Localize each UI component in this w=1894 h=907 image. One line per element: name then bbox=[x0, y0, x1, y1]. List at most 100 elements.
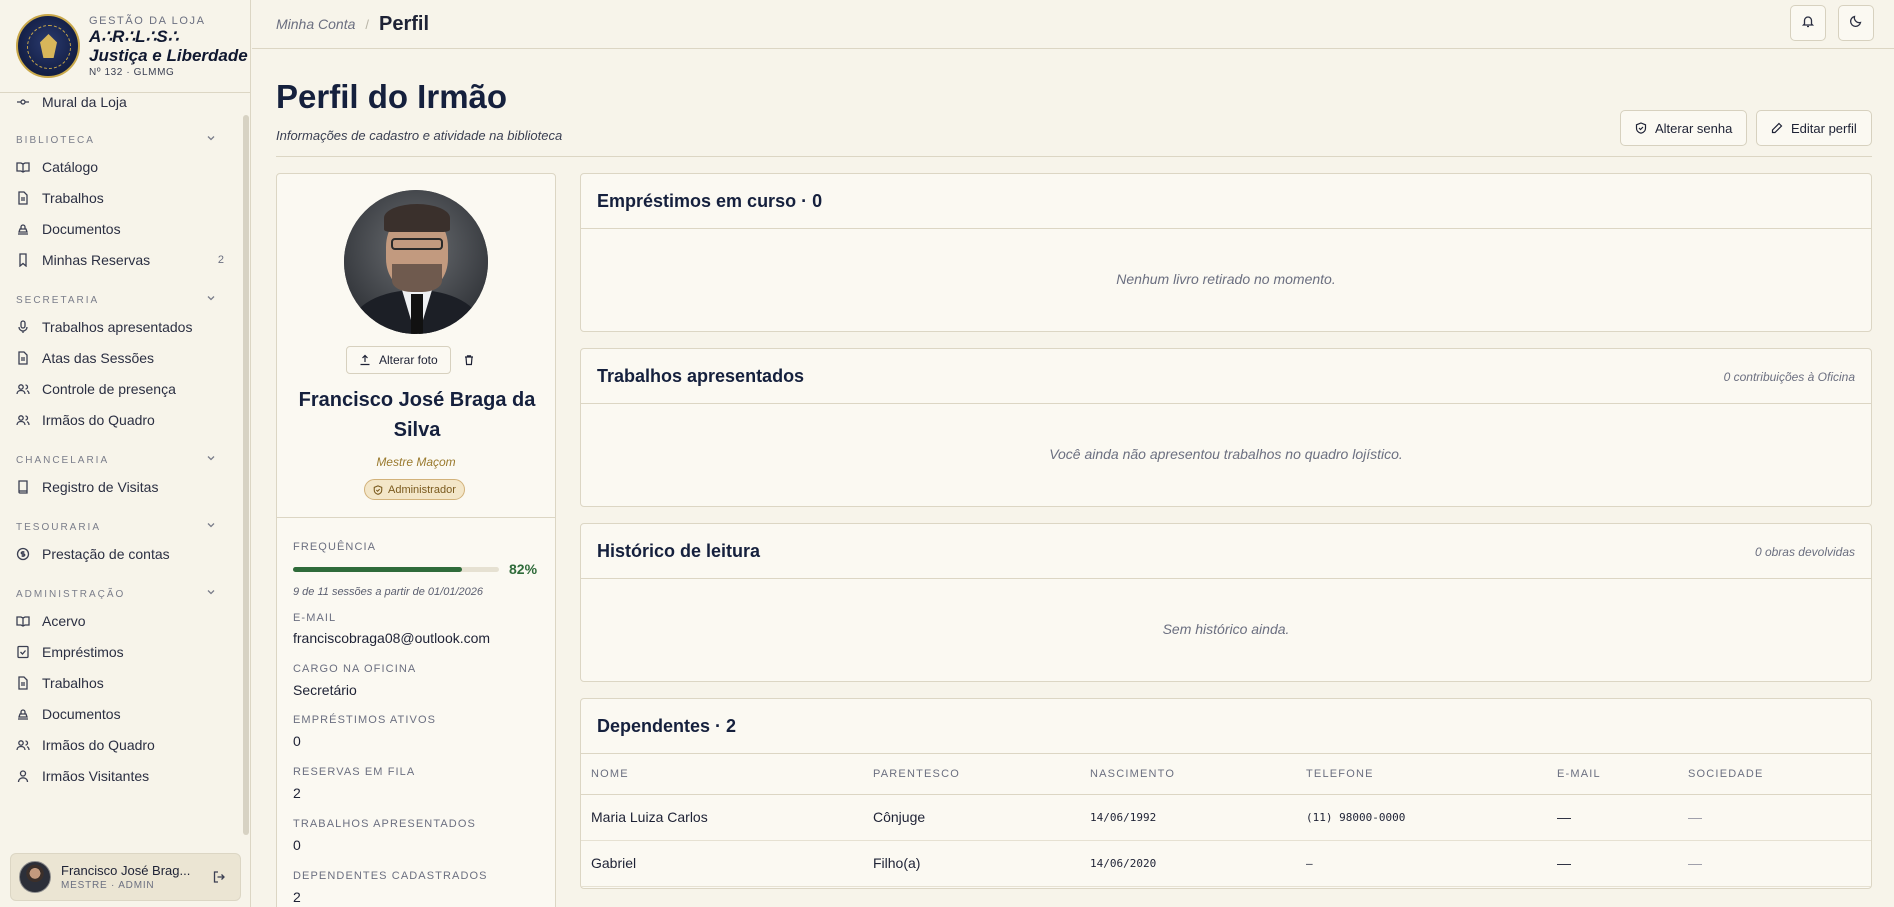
admin-badge-label: Administrador bbox=[388, 483, 456, 496]
user-icon bbox=[16, 769, 30, 783]
section-title: TESOURARIA bbox=[16, 521, 102, 533]
dependent-birthdate: 14/06/2020 bbox=[1080, 840, 1296, 887]
table-header-row: NOME PARENTESCO NASCIMENTO TELEFONE E-MA… bbox=[581, 754, 1871, 795]
email-value: franciscobraga08@outlook.com bbox=[293, 630, 491, 646]
document-check-icon bbox=[16, 645, 30, 659]
sidebar-item-admin-trabalhos[interactable]: Trabalhos bbox=[0, 667, 240, 698]
dependents-panel: Dependentes · 2 NOME PARENTESCO NASCIMEN… bbox=[580, 698, 1872, 889]
history-panel-title: Histórico de leitura bbox=[597, 541, 761, 561]
page-subtitle: Informações de cadastro e atividade na b… bbox=[276, 128, 563, 143]
works-panel: Trabalhos apresentados 0 contribuições à… bbox=[580, 348, 1872, 507]
profile-photo bbox=[344, 190, 488, 334]
section-title: BIBLIOTECA bbox=[16, 134, 95, 146]
shield-icon bbox=[373, 484, 383, 495]
sidebar-nav: Mural da Loja BIBLIOTECA Catálogo Trabal… bbox=[0, 93, 240, 839]
profile-divider bbox=[277, 517, 555, 518]
chevron-down-icon bbox=[206, 453, 216, 466]
stamp-icon bbox=[16, 222, 30, 236]
dependent-society: — bbox=[1678, 794, 1871, 841]
history-panel: Histórico de leitura 0 obras devolvidas … bbox=[580, 523, 1872, 682]
email-label: E-MAIL bbox=[293, 612, 337, 624]
sidebar-item-trabalhos[interactable]: Trabalhos bbox=[0, 182, 240, 213]
frequency-note: 9 de 11 sessões a partir de 01/01/2026 bbox=[293, 586, 483, 598]
lodge-seal-logo bbox=[16, 14, 80, 78]
sidebar-item-label: Documentos bbox=[42, 705, 121, 722]
stamp-icon bbox=[16, 707, 30, 721]
sidebar-item-documentos[interactable]: Documentos bbox=[0, 213, 240, 244]
sidebar-item-label: Documentos bbox=[42, 220, 121, 237]
sidebar-item-emprestimos[interactable]: Empréstimos bbox=[0, 636, 240, 667]
sidebar-item-catalogo[interactable]: Catálogo bbox=[0, 151, 240, 182]
section-chancelaria[interactable]: CHANCELARIA bbox=[0, 449, 240, 471]
table-row[interactable]: Maria Luiza Carlos Cônjuge 14/06/1992 (1… bbox=[581, 794, 1871, 841]
sidebar-item-trabalhos-apresentados[interactable]: Trabalhos apresentados bbox=[0, 311, 240, 342]
theme-toggle-button[interactable] bbox=[1838, 5, 1874, 41]
section-secretaria[interactable]: SECRETARIA bbox=[0, 289, 240, 311]
sidebar-item-label: Controle de presença bbox=[42, 380, 176, 397]
sidebar-item-registro-visitas[interactable]: Registro de Visitas bbox=[0, 471, 240, 502]
sidebar-item-controle-presenca[interactable]: Controle de presença bbox=[0, 373, 240, 404]
page-title: Perfil do Irmão bbox=[276, 78, 508, 115]
history-panel-meta: 0 obras devolvidas bbox=[1754, 545, 1855, 559]
dependents-value: 2 bbox=[293, 889, 301, 905]
sidebar-item-label: Empréstimos bbox=[42, 643, 124, 660]
section-administracao[interactable]: ADMINISTRAÇÃO bbox=[0, 583, 240, 605]
sidebar-item-minhas-reservas[interactable]: Minhas Reservas 2 bbox=[0, 244, 240, 275]
breadcrumb-parent[interactable]: Minha Conta bbox=[276, 16, 355, 32]
sidebar-item-atas[interactable]: Atas das Sessões bbox=[0, 342, 240, 373]
sidebar-item-mural[interactable]: Mural da Loja bbox=[0, 93, 240, 115]
user-name: Francisco José Brag... bbox=[61, 863, 191, 878]
loans-panel-title: Empréstimos em curso · 0 bbox=[597, 191, 823, 211]
sidebar-item-prestacao-contas[interactable]: Prestação de contas bbox=[0, 538, 240, 569]
book-icon bbox=[16, 479, 30, 494]
active-loans-value: 0 bbox=[293, 733, 301, 749]
edit-profile-label: Editar perfil bbox=[1791, 120, 1857, 136]
loans-panel: Empréstimos em curso · 0 Nenhum livro re… bbox=[580, 173, 1872, 332]
sidebar-item-irmaos-visitantes[interactable]: Irmãos Visitantes bbox=[0, 760, 240, 791]
brand-header[interactable]: GESTÃO DA LOJA A∴R∴L∴S∴ Justiça e Liberd… bbox=[0, 0, 250, 93]
avatar bbox=[19, 861, 51, 893]
change-password-label: Alterar senha bbox=[1655, 120, 1733, 136]
change-photo-button[interactable]: Alterar foto bbox=[346, 346, 451, 374]
upload-icon bbox=[359, 354, 371, 366]
change-password-button[interactable]: Alterar senha bbox=[1620, 110, 1748, 146]
section-tesouraria[interactable]: TESOURARIA bbox=[0, 516, 240, 538]
user-role: MESTRE · ADMIN bbox=[61, 880, 155, 891]
sidebar-item-admin-documentos[interactable]: Documentos bbox=[0, 698, 240, 729]
coin-icon bbox=[16, 547, 30, 561]
sidebar-item-label: Mural da Loja bbox=[42, 94, 127, 110]
document-icon bbox=[16, 190, 30, 205]
book-open-icon bbox=[16, 160, 30, 174]
dependent-phone: (11) 98000-0000 bbox=[1296, 794, 1547, 841]
sidebar-item-label: Prestação de contas bbox=[42, 545, 170, 562]
sidebar-item-label: Acervo bbox=[42, 612, 86, 629]
current-user-card[interactable]: Francisco José Brag... MESTRE · ADMIN bbox=[10, 853, 241, 901]
sidebar-item-admin-irmaos-quadro[interactable]: Irmãos do Quadro bbox=[0, 729, 240, 760]
sidebar-scrollbar[interactable] bbox=[243, 115, 249, 835]
sidebar-item-acervo[interactable]: Acervo bbox=[0, 605, 240, 636]
dependents-panel-title: Dependentes · 2 bbox=[597, 716, 737, 736]
works-panel-meta: 0 contribuições à Oficina bbox=[1723, 370, 1855, 384]
section-biblioteca[interactable]: BIBLIOTECA bbox=[0, 129, 240, 151]
edit-profile-button[interactable]: Editar perfil bbox=[1756, 110, 1872, 146]
breadcrumb-current: Perfil bbox=[379, 12, 430, 35]
users-icon bbox=[16, 382, 30, 396]
sidebar-item-label: Registro de Visitas bbox=[42, 478, 159, 495]
shield-icon bbox=[1635, 122, 1647, 134]
table-row[interactable]: Gabriel Filho(a) 14/06/2020 – — — bbox=[581, 840, 1871, 887]
notifications-button[interactable] bbox=[1790, 5, 1826, 41]
chevron-down-icon bbox=[206, 520, 216, 533]
sidebar-item-label: Minhas Reservas bbox=[42, 251, 151, 268]
logout-icon[interactable] bbox=[212, 870, 226, 889]
brand-title-line1: A∴R∴L∴S∴ bbox=[89, 26, 179, 46]
trash-icon[interactable] bbox=[463, 353, 475, 371]
frequency-percent: 82% bbox=[509, 561, 538, 577]
dependent-relationship: Cônjuge bbox=[863, 794, 1080, 841]
dependents-label: DEPENDENTES CADASTRADOS bbox=[293, 870, 488, 882]
sidebar-item-label: Irmãos do Quadro bbox=[42, 736, 155, 753]
sidebar-item-label: Atas das Sessões bbox=[42, 349, 155, 366]
users-icon bbox=[16, 413, 30, 427]
sidebar-item-irmaos-quadro[interactable]: Irmãos do Quadro bbox=[0, 404, 240, 435]
sidebar-item-label: Trabalhos bbox=[42, 674, 104, 691]
bookmark-icon bbox=[16, 252, 30, 267]
